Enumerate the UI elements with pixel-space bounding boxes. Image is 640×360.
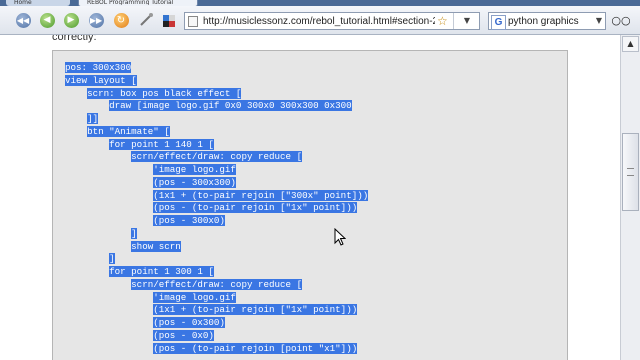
fast-forward-button[interactable]: ▶▶ bbox=[87, 11, 105, 29]
selected-code-text: (pos - 300x300) bbox=[153, 176, 236, 188]
code-line: ] bbox=[65, 227, 368, 241]
selected-code-text: (pos - 300x0) bbox=[153, 215, 225, 226]
selected-code-text: for point 1 300 1 [ bbox=[109, 266, 214, 277]
selected-code-text: show scrn bbox=[131, 240, 181, 252]
selected-code-text: ] bbox=[131, 227, 137, 239]
url-dropdown-icon[interactable]: ▼ bbox=[453, 13, 480, 29]
selected-code-text: 'image logo.gif bbox=[153, 164, 236, 175]
previous-paragraph-text: correctly: bbox=[52, 35, 97, 43]
code-lines: pos: 300x300 view layout [ scrn: box pos … bbox=[65, 62, 369, 356]
back-icon: ◀ bbox=[39, 12, 55, 28]
code-line: (pos - 0x0) bbox=[65, 329, 368, 343]
code-line: (pos - 0x300) bbox=[65, 317, 368, 330]
selected-code-text: scrn/effect/draw: copy reduce [ bbox=[131, 278, 303, 290]
delicious-button[interactable] bbox=[160, 11, 178, 29]
delicious-icon bbox=[163, 15, 175, 27]
selected-code-text: scrn: box pos black effect [ bbox=[87, 87, 242, 99]
selected-code-text: for point 1 140 1 [ bbox=[109, 138, 214, 150]
code-line: (1x1 + (to-pair rejoin ["300x" point])) bbox=[65, 189, 369, 203]
search-box[interactable]: G python graphics ▼ bbox=[488, 12, 606, 30]
code-line: scrn: box pos black effect [ bbox=[65, 87, 368, 101]
selected-code-text: (pos - (to-pair rejoin [point "x1"])) bbox=[153, 342, 358, 354]
selected-code-text: scrn/effect/draw: copy reduce [ bbox=[131, 151, 303, 163]
code-line: (pos - (to-pair rejoin ["1x" point])) bbox=[65, 202, 368, 215]
selected-code-text: 'image logo.gif bbox=[153, 291, 236, 303]
selected-code-text: (1x1 + (to-pair rejoin ["300x" point])) bbox=[153, 189, 369, 201]
rewind-icon: ◀◀ bbox=[15, 12, 31, 28]
address-bar[interactable]: http://musiclessonz.com/rebol_tutorial.h… bbox=[184, 12, 480, 30]
code-line: (pos - 300x300) bbox=[65, 176, 368, 190]
code-line: view layout [ bbox=[65, 74, 368, 88]
code-line: show scrn bbox=[65, 240, 368, 254]
code-line: scrn/effect/draw: copy reduce [ bbox=[65, 278, 368, 292]
forward-button[interactable]: ▶ bbox=[62, 11, 80, 29]
search-dropdown-icon[interactable]: ▼ bbox=[593, 13, 605, 29]
selected-code-text: ] bbox=[109, 253, 115, 265]
bookmark-star-icon[interactable]: ☆ bbox=[437, 14, 448, 29]
selected-code-text: (pos - 0x300) bbox=[153, 317, 225, 328]
code-line: 'image logo.gif bbox=[65, 291, 368, 305]
tab-home-label: Home bbox=[14, 0, 32, 5]
browser-toolbar: ◀◀ ◀ ▶ ▶▶ ↻ http://musiclessonz.com/rebo… bbox=[0, 6, 640, 35]
mouse-cursor-icon bbox=[334, 228, 346, 246]
code-line: (1x1 + (to-pair rejoin ["1x" point])) bbox=[65, 304, 368, 317]
back-button[interactable]: ◀ bbox=[38, 11, 56, 29]
selected-code-text: view layout [ bbox=[65, 74, 137, 86]
code-line: (pos - 300x0) bbox=[65, 215, 368, 228]
selected-code-text: btn "Animate" [ bbox=[87, 125, 170, 137]
forward-icon: ▶ bbox=[63, 12, 79, 28]
grip-icon bbox=[627, 168, 634, 176]
code-line: ] bbox=[65, 253, 368, 266]
page-icon bbox=[188, 16, 198, 27]
reload-button[interactable]: ↻ bbox=[112, 11, 130, 29]
tab-rebol-tutorial-label: REBOL Programming Tutorial bbox=[87, 0, 174, 5]
code-line: for point 1 300 1 [ bbox=[65, 266, 368, 279]
vertical-scrollbar[interactable]: ▲ bbox=[620, 35, 640, 360]
selected-code-text: pos: 300x300 bbox=[65, 62, 132, 73]
selected-code-text: (pos - 0x0) bbox=[153, 329, 214, 341]
reload-icon: ↻ bbox=[113, 12, 129, 28]
rewind-button[interactable]: ◀◀ bbox=[14, 11, 32, 29]
code-block: pos: 300x300 view layout [ scrn: box pos … bbox=[52, 50, 568, 360]
tools-button[interactable] bbox=[137, 11, 155, 29]
selected-code-text: ]] bbox=[87, 113, 99, 124]
code-line: (pos - (to-pair rejoin [point "x1"])) bbox=[65, 342, 368, 356]
tools-icon bbox=[140, 13, 153, 26]
url-text[interactable]: http://musiclessonz.com/rebol_tutorial.h… bbox=[203, 15, 435, 28]
search-input[interactable]: python graphics bbox=[508, 15, 592, 28]
code-line: for point 1 140 1 [ bbox=[65, 138, 368, 152]
scroll-up-icon[interactable]: ▲ bbox=[622, 36, 639, 52]
code-line: 'image logo.gif bbox=[65, 164, 368, 177]
scrollbar-thumb[interactable] bbox=[622, 133, 639, 211]
code-line: draw [image logo.gif 0x0 300x0 300x300 0… bbox=[65, 100, 368, 113]
glasses-icon[interactable]: ○○ bbox=[610, 12, 632, 30]
selected-code-text: (pos - (to-pair rejoin ["1x" point])) bbox=[153, 202, 358, 214]
code-line: btn "Animate" [ bbox=[65, 125, 368, 139]
selected-code-text: draw [image logo.gif 0x0 300x0 300x300 0… bbox=[109, 100, 352, 112]
search-engine-icon[interactable]: G bbox=[491, 15, 506, 30]
page-content: correctly: pos: 300x300 view layout [ scr… bbox=[0, 35, 620, 360]
code-line: ]] bbox=[65, 113, 368, 126]
fast-forward-icon: ▶▶ bbox=[88, 12, 104, 28]
code-line: pos: 300x300 bbox=[65, 62, 368, 75]
selected-code-text: (1x1 + (to-pair rejoin ["1x" point])) bbox=[153, 304, 358, 316]
code-line: scrn/effect/draw: copy reduce [ bbox=[65, 151, 368, 164]
